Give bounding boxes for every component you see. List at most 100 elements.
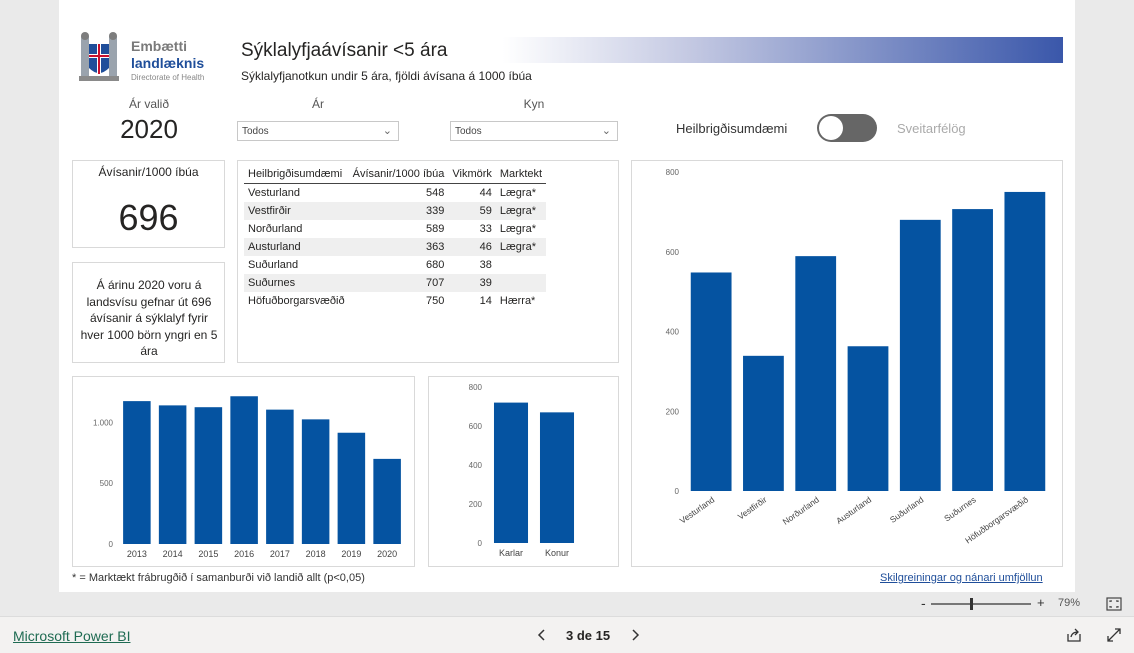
toggle-right-label: Sveitarfélög (897, 121, 966, 136)
table-cell: 589 (426, 223, 445, 235)
table-cell: 33 (479, 223, 492, 235)
sex-dropdown[interactable]: Todos ⌄ (450, 121, 618, 141)
table-cell: Vestfirðir (244, 202, 349, 220)
year-dropdown-value: Todos (242, 126, 269, 137)
x-tick-label: Suðurnes (942, 494, 978, 523)
table-row: Vesturland 548 44 Lægra* (244, 184, 546, 203)
table-cell: Suðurland (248, 259, 299, 271)
bar[interactable] (539, 412, 575, 543)
logo-line1: Embætti (131, 38, 187, 54)
definitions-link[interactable]: Skilgreiningar og nánari umfjöllun (880, 572, 1043, 584)
y-tick-label: 0 (478, 539, 483, 548)
region-toggle-switch[interactable] (817, 114, 877, 142)
bar[interactable] (337, 432, 366, 544)
bar[interactable] (899, 219, 941, 491)
zoom-level: 79% (1058, 597, 1081, 609)
bar[interactable] (123, 401, 151, 544)
bar[interactable] (158, 405, 187, 544)
chevron-right-icon[interactable] (629, 628, 641, 642)
x-tick-label: 2014 (163, 549, 183, 559)
chevron-down-icon: ⌄ (601, 125, 611, 137)
coat-of-arms-icon (79, 32, 119, 81)
fullscreen-icon[interactable] (1106, 627, 1122, 643)
zoom-slider-thumb[interactable] (970, 598, 973, 610)
toggle-knob (819, 116, 843, 140)
year-selected-label: Ár valið (128, 97, 169, 111)
share-icon[interactable] (1066, 627, 1082, 643)
bar[interactable] (795, 256, 837, 491)
bar[interactable] (952, 209, 993, 492)
footer-bar: Microsoft Power BI 3 de 15 (0, 616, 1134, 653)
y-tick-label: 0 (675, 487, 680, 496)
chevron-left-icon[interactable] (536, 628, 548, 642)
bar[interactable] (194, 407, 223, 544)
table-cell: 707 (348, 274, 449, 292)
table-cell: 548 (426, 187, 445, 199)
bar[interactable] (266, 409, 294, 544)
zoom-bar: - + 79% (0, 592, 1134, 616)
year-slicer-label: Ár (312, 97, 324, 111)
years-bar-chart: 0 500 1.000 2013 2014 2015 2016 2017 2018 2019 202… (93, 396, 401, 559)
chevron-down-icon: ⌄ (382, 125, 392, 137)
summary-note-text: Á árinu 2020 voru á landsvísu gefnar út … (80, 278, 218, 358)
x-tick-label: 2019 (341, 549, 361, 559)
kpi-label: Ávísanir/1000 íbúa (98, 165, 199, 179)
footnote: * = Marktækt frábrugðið í samanburði við… (72, 572, 365, 584)
sex-dropdown-value: Todos (455, 126, 482, 137)
table-cell: 14 (479, 295, 492, 307)
x-tick-label: Vestfirðir (736, 494, 769, 521)
fit-to-page-icon[interactable] (1106, 597, 1122, 611)
table-header-rate[interactable]: Ávísanir/1000 íbúa (348, 165, 449, 184)
y-tick-label: 0 (109, 540, 114, 549)
table-row: Austurland 363 46 Lægra* (244, 238, 547, 256)
table-cell (496, 256, 546, 274)
table-header-margin[interactable]: Vikmörk (448, 165, 496, 184)
logo-line3: Directorate of Health (131, 73, 205, 82)
table-cell: 59 (448, 202, 496, 220)
x-tick-label: Norðurland (781, 494, 821, 526)
bar[interactable] (230, 396, 258, 544)
years-chart-card: 0 500 1.000 2013 2014 2015 2016 2017 2018 2019 202… (72, 376, 415, 567)
table-header-significance[interactable]: Marktekt (495, 165, 547, 184)
table-cell: 46 (448, 238, 496, 256)
sex-chart-card: 0 200 400 600 800 Karlar Konur (428, 376, 619, 567)
power-bi-link[interactable]: Microsoft Power BI (13, 628, 130, 644)
table-cell: 680 (426, 259, 445, 271)
page-indicator: 3 de 15 (566, 628, 611, 643)
sex-bar-chart: 0 200 400 600 800 Karlar Konur (469, 383, 575, 558)
x-tick-label: 2020 (377, 549, 397, 559)
bar[interactable] (847, 346, 889, 491)
x-tick-label: Karlar (499, 548, 523, 558)
zoom-out-button[interactable]: - (921, 595, 926, 611)
x-tick-label: 2013 (127, 549, 147, 559)
zoom-in-button[interactable]: + (1037, 595, 1045, 610)
table-header-row: Heilbrigðisumdæmi Ávísanir/1000 íbúa Vik… (244, 165, 547, 184)
x-tick-label: 2015 (198, 549, 218, 559)
x-tick-label: Konur (545, 548, 569, 558)
kpi-value: 696 (118, 197, 179, 238)
summary-note-card: Á árinu 2020 voru á landsvísu gefnar út … (72, 262, 225, 363)
y-tick-label: 1.000 (93, 418, 114, 427)
bar[interactable] (301, 419, 330, 544)
table-cell (495, 274, 547, 292)
table-cell: 750 (426, 295, 445, 307)
table-cell: 363 (348, 238, 449, 256)
x-tick-label: 2018 (306, 549, 326, 559)
bar[interactable] (493, 402, 529, 543)
y-tick-label: 500 (100, 479, 114, 488)
table-header-region[interactable]: Heilbrigðisumdæmi (244, 165, 349, 184)
bar[interactable] (690, 272, 732, 491)
table-cell: Norðurland (248, 223, 303, 235)
y-tick-label: 200 (469, 500, 483, 509)
table-cell: 44 (479, 187, 492, 199)
table-cell: Hærra* (499, 295, 536, 307)
table-cell: Suðurnes (244, 274, 349, 292)
year-dropdown[interactable]: Todos ⌄ (237, 121, 399, 141)
bar[interactable] (373, 458, 401, 544)
y-tick-label: 400 (469, 461, 483, 470)
bar[interactable] (743, 355, 784, 491)
zoom-slider[interactable] (931, 598, 1031, 610)
region-table: Heilbrigðisumdæmi Ávísanir/1000 íbúa Vik… (244, 165, 547, 310)
page-title: Sýklalyfjaávísanir <5 ára (241, 40, 448, 61)
bar[interactable] (1004, 191, 1046, 491)
